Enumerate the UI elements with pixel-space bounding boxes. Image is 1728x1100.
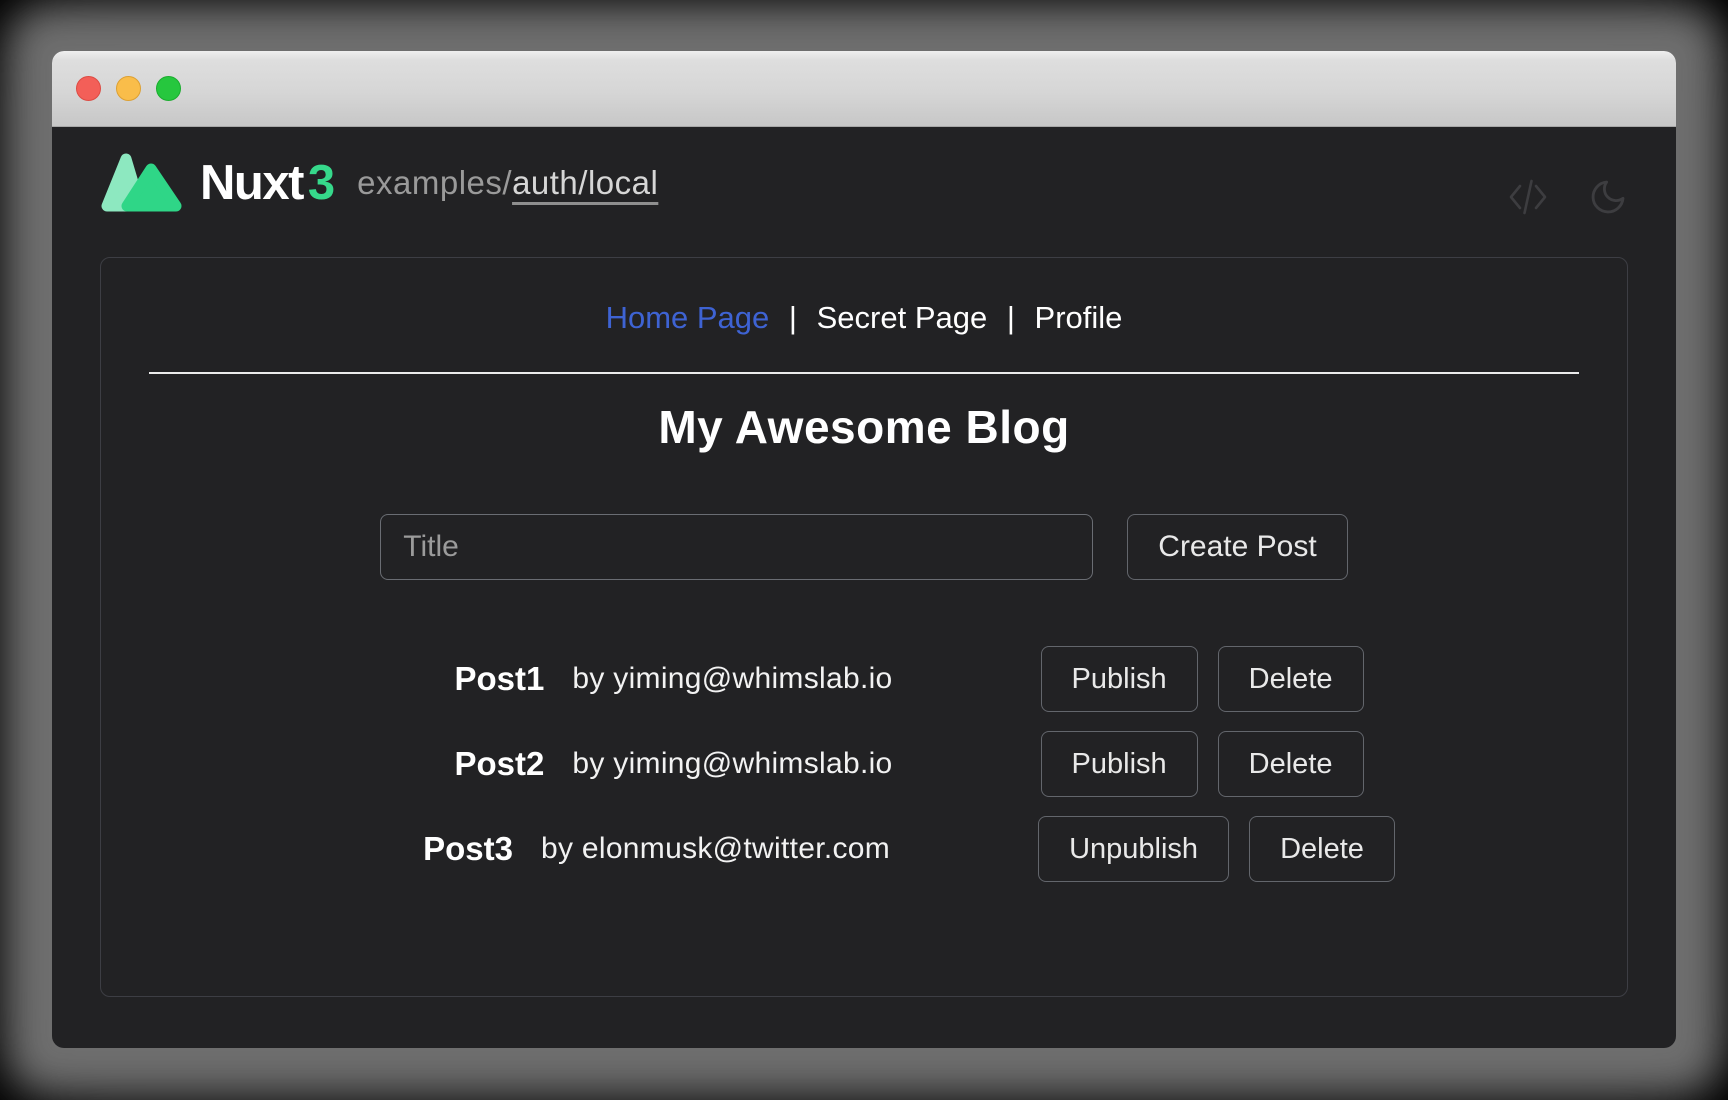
post-row: Post1 by yiming@whimslab.io Publish Dele… — [146, 646, 1628, 712]
nav-link-secret-page[interactable]: Secret Page — [817, 300, 988, 335]
app-window: Nuxt 3 examples/auth/local — [52, 51, 1676, 1048]
close-window-button[interactable] — [76, 76, 101, 101]
breadcrumb-link[interactable]: auth/local — [512, 164, 658, 201]
post-author: by yiming@whimslab.io — [572, 662, 892, 696]
code-icon[interactable] — [1508, 178, 1548, 216]
brand-name: Nuxt — [200, 155, 303, 211]
brand-version: 3 — [308, 155, 335, 211]
brand-home-link[interactable]: Nuxt 3 — [100, 149, 335, 217]
create-post-form: Create Post — [101, 514, 1627, 580]
post-actions: Unpublish Delete — [1038, 816, 1395, 882]
app-content: Nuxt 3 examples/auth/local — [52, 127, 1676, 1048]
delete-post-button[interactable]: Delete — [1218, 646, 1364, 712]
zoom-window-button[interactable] — [156, 76, 181, 101]
post-title: Post1 — [454, 660, 544, 698]
post-title: Post3 — [423, 830, 513, 868]
post-title: Post2 — [454, 745, 544, 783]
page-nav: Home Page | Secret Page | Profile — [101, 258, 1627, 336]
nav-separator: | — [1007, 300, 1015, 335]
publish-toggle-button[interactable]: Publish — [1041, 646, 1198, 712]
header-actions — [1508, 177, 1628, 217]
post-row: Post3 by elonmusk@twitter.com Unpublish … — [146, 816, 1628, 882]
page-title: My Awesome Blog — [101, 400, 1627, 454]
title-input[interactable] — [380, 514, 1093, 580]
app-header: Nuxt 3 examples/auth/local — [100, 127, 1628, 235]
nav-separator: | — [789, 300, 797, 335]
post-author: by elonmusk@twitter.com — [541, 832, 890, 866]
nav-divider — [149, 372, 1579, 374]
window-titlebar[interactable] — [52, 51, 1676, 127]
content-panel: Home Page | Secret Page | Profile My Awe… — [100, 257, 1628, 997]
create-post-button[interactable]: Create Post — [1127, 514, 1347, 580]
delete-post-button[interactable]: Delete — [1249, 816, 1395, 882]
nav-link-home-page[interactable]: Home Page — [606, 300, 770, 335]
desktop-background: Nuxt 3 examples/auth/local — [0, 0, 1728, 1100]
post-row: Post2 by yiming@whimslab.io Publish Dele… — [146, 731, 1628, 797]
publish-toggle-button[interactable]: Unpublish — [1038, 816, 1229, 882]
post-actions: Publish Delete — [1041, 646, 1364, 712]
posts-list: Post1 by yiming@whimslab.io Publish Dele… — [146, 646, 1628, 882]
nav-link-profile[interactable]: Profile — [1035, 300, 1123, 335]
nuxt-logo-icon — [100, 149, 184, 217]
post-author: by yiming@whimslab.io — [572, 747, 892, 781]
breadcrumb: examples/auth/local — [357, 164, 658, 202]
publish-toggle-button[interactable]: Publish — [1041, 731, 1198, 797]
post-actions: Publish Delete — [1041, 731, 1364, 797]
moon-icon[interactable] — [1588, 177, 1628, 217]
delete-post-button[interactable]: Delete — [1218, 731, 1364, 797]
breadcrumb-prefix: examples/ — [357, 164, 512, 201]
minimize-window-button[interactable] — [116, 76, 141, 101]
